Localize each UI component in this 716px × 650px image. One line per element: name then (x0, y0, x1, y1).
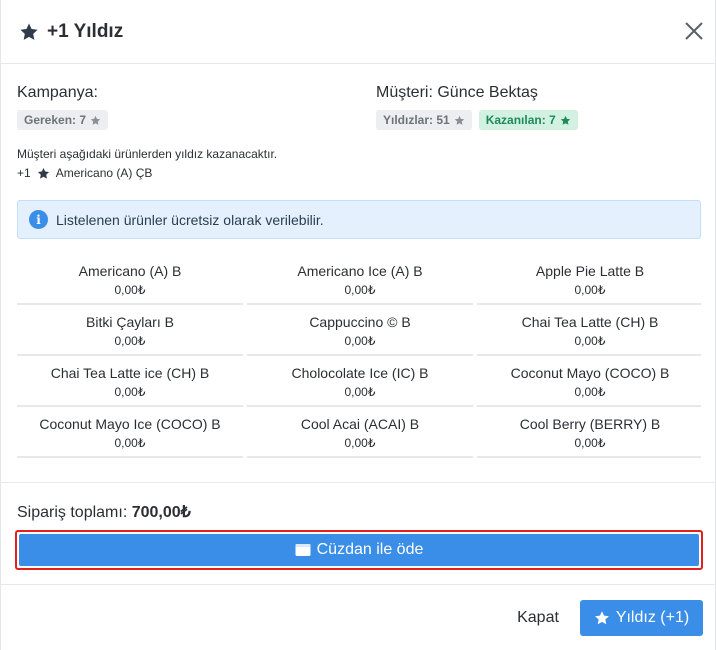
info-text: Müşteri aşağıdaki ürünlerden yıldız kaza… (17, 147, 278, 161)
product-card[interactable]: Bitki Çayları B 0,00₺ (17, 305, 243, 356)
product-name: Cool Berry (BERRY) B (519, 416, 661, 432)
product-price: 0,00₺ (344, 385, 376, 399)
info-alert: i Listelenen ürünler ücretsiz olarak ver… (17, 200, 701, 239)
product-name: Cool Acai (ACAI) B (300, 416, 420, 432)
modal-header: +1 Yıldız (1, 0, 716, 64)
divider (1, 584, 716, 585)
earned-badge: Kazanılan: 7 (478, 110, 578, 130)
product-card[interactable]: Apple Pie Latte B 0,00₺ (477, 254, 701, 305)
product-price: 0,00₺ (114, 283, 146, 297)
campaign-label: Kampanya: (17, 84, 98, 101)
modal-title: +1 Yıldız (47, 20, 124, 42)
product-name: Cappuccino © B (309, 314, 411, 330)
product-grid: Americano (A) B 0,00₺ Americano Ice (A) B 0… (17, 254, 701, 466)
product-price: 0,00₺ (114, 334, 146, 348)
star-icon (19, 22, 39, 42)
star-icon (37, 167, 49, 179)
product-price: 0,00₺ (344, 283, 376, 297)
product-name: Cholocolate Ice (IC) B (291, 365, 429, 381)
product-price: 0,00₺ (574, 436, 606, 450)
customer-section: Müşteri: Günce Bektaş Yıldızlar: 51 Kaza… (376, 84, 578, 130)
product-price: 0,00₺ (114, 436, 146, 450)
order-total-value: 700,00₺ (131, 504, 191, 521)
product-card[interactable]: Chai Tea Latte ice (CH) B 0,00₺ (17, 356, 243, 407)
product-price: 0,00₺ (344, 334, 376, 348)
divider (1, 482, 716, 483)
product-card[interactable] (17, 458, 243, 466)
add-star-button[interactable]: Yıldız (+1) (580, 600, 703, 636)
product-name: Chai Tea Latte (CH) B (521, 314, 659, 330)
star-icon (454, 115, 464, 125)
stars-badge-text: Yıldızlar: 51 (383, 113, 450, 127)
reward-product: Americano (A) ÇB (55, 166, 153, 180)
order-total: Sipariş toplamı: 700,00₺ (17, 502, 191, 522)
product-card[interactable]: Cappuccino © B 0,00₺ (247, 305, 473, 356)
product-card[interactable] (477, 458, 701, 466)
modal-dialog: +1 Yıldız Kampanya: Gereken: 7 Müşteri: … (0, 0, 716, 650)
product-name: Coconut Mayo Ice (COCO) B (39, 416, 221, 432)
add-star-label: Yıldız (+1) (615, 609, 690, 626)
campaign-section: Kampanya: Gereken: 7 (17, 84, 109, 130)
close-icon[interactable] (683, 20, 705, 42)
product-grid-scroll[interactable]: Americano (A) B 0,00₺ Americano Ice (A) B 0… (17, 254, 701, 466)
product-price: 0,00₺ (574, 334, 606, 348)
product-name: Coconut Mayo (COCO) B (510, 365, 670, 381)
star-icon (594, 611, 609, 625)
product-card[interactable]: Cool Acai (ACAI) B 0,00₺ (247, 407, 473, 458)
pay-with-wallet-label: Cüzdan ile öde (316, 541, 424, 558)
product-card[interactable]: Cholocolate Ice (IC) B 0,00₺ (247, 356, 473, 407)
product-card[interactable]: Chai Tea Latte (CH) B 0,00₺ (477, 305, 701, 356)
product-name: Americano (A) B (78, 263, 182, 279)
reward-prefix: +1 (17, 166, 31, 180)
required-badge-text: Gereken: 7 (24, 113, 87, 127)
product-name: Chai Tea Latte ice (CH) B (50, 365, 210, 381)
earned-badge-text: Kazanılan: 7 (485, 113, 556, 127)
product-price: 0,00₺ (114, 385, 146, 399)
product-price: 0,00₺ (574, 283, 606, 297)
product-card[interactable]: Americano Ice (A) B 0,00₺ (247, 254, 473, 305)
wallet-icon (295, 544, 311, 556)
product-card[interactable]: Americano (A) B 0,00₺ (17, 254, 243, 305)
order-total-label: Sipariş toplamı: (17, 504, 128, 521)
info-icon: i (29, 210, 48, 229)
product-name: Americano Ice (A) B (297, 263, 423, 279)
product-card[interactable]: Cool Berry (BERRY) B 0,00₺ (477, 407, 701, 458)
stars-badge: Yıldızlar: 51 (376, 110, 472, 130)
product-price: 0,00₺ (574, 385, 606, 399)
customer-label: Müşteri: Günce Bektaş (376, 84, 538, 101)
required-badge: Gereken: 7 (17, 110, 109, 130)
pay-with-wallet-button[interactable]: Cüzdan ile öde (19, 534, 699, 566)
star-icon (90, 115, 101, 125)
product-name: Bitki Çayları B (86, 314, 174, 330)
close-button[interactable]: Kapat (507, 604, 569, 632)
product-card[interactable] (247, 458, 473, 466)
product-name: Apple Pie Latte B (535, 263, 645, 279)
product-card[interactable]: Coconut Mayo Ice (COCO) B 0,00₺ (17, 407, 243, 458)
alert-text: Listelenen ürünler ücretsiz olarak veril… (56, 211, 324, 228)
star-icon (560, 115, 570, 125)
reward-line: +1 Americano (A) ÇB (17, 166, 152, 180)
product-price: 0,00₺ (344, 436, 376, 450)
product-card[interactable]: Coconut Mayo (COCO) B 0,00₺ (477, 356, 701, 407)
